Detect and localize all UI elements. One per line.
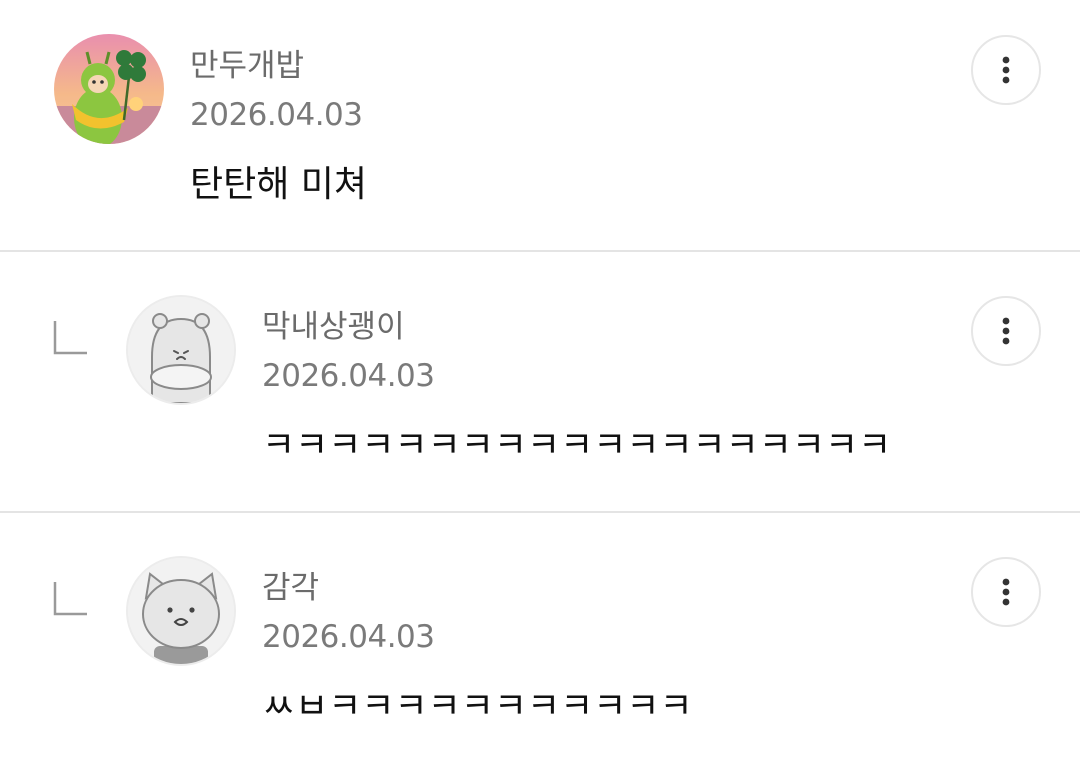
avatar[interactable] — [126, 295, 236, 405]
more-vertical-icon — [1002, 317, 1010, 345]
more-vertical-icon — [1002, 578, 1010, 606]
cat-default-avatar — [128, 558, 234, 664]
author-name[interactable]: 막내상괭이 — [262, 309, 405, 345]
reply-item: 막내상괭이 2026.04.03 ㅋㅋㅋㅋㅋㅋㅋㅋㅋㅋㅋㅋㅋㅋㅋㅋㅋㅋㅋ — [0, 252, 1080, 513]
reply-arrow-icon — [53, 582, 87, 616]
comment-date: 2026.04.03 — [262, 358, 435, 394]
comment-item: 만두개밥 2026.04.03 탄탄해 미쳐 — [0, 0, 1080, 252]
author-name[interactable]: 만두개밥 — [190, 48, 304, 84]
avatar[interactable] — [126, 556, 236, 666]
teletubby-clover-avatar — [54, 34, 164, 144]
more-options-button[interactable] — [971, 557, 1041, 627]
author-name[interactable]: 감각 — [262, 570, 319, 606]
comment-text: ㅋㅋㅋㅋㅋㅋㅋㅋㅋㅋㅋㅋㅋㅋㅋㅋㅋㅋㅋ — [262, 425, 892, 466]
comment-text: ㅆㅂㅋㅋㅋㅋㅋㅋㅋㅋㅋㅋㅋ — [262, 686, 693, 727]
reply-arrow-icon — [53, 321, 87, 355]
comment-text: 탄탄해 미쳐 — [190, 164, 368, 205]
avatar[interactable] — [54, 34, 164, 144]
more-options-button[interactable] — [971, 296, 1041, 366]
comment-date: 2026.04.03 — [190, 97, 363, 133]
more-options-button[interactable] — [971, 35, 1041, 105]
comment-date: 2026.04.03 — [262, 619, 435, 655]
reply-item: 감각 2026.04.03 ㅆㅂㅋㅋㅋㅋㅋㅋㅋㅋㅋㅋㅋ — [0, 513, 1080, 774]
more-vertical-icon — [1002, 56, 1010, 84]
hamster-default-avatar — [128, 297, 234, 403]
